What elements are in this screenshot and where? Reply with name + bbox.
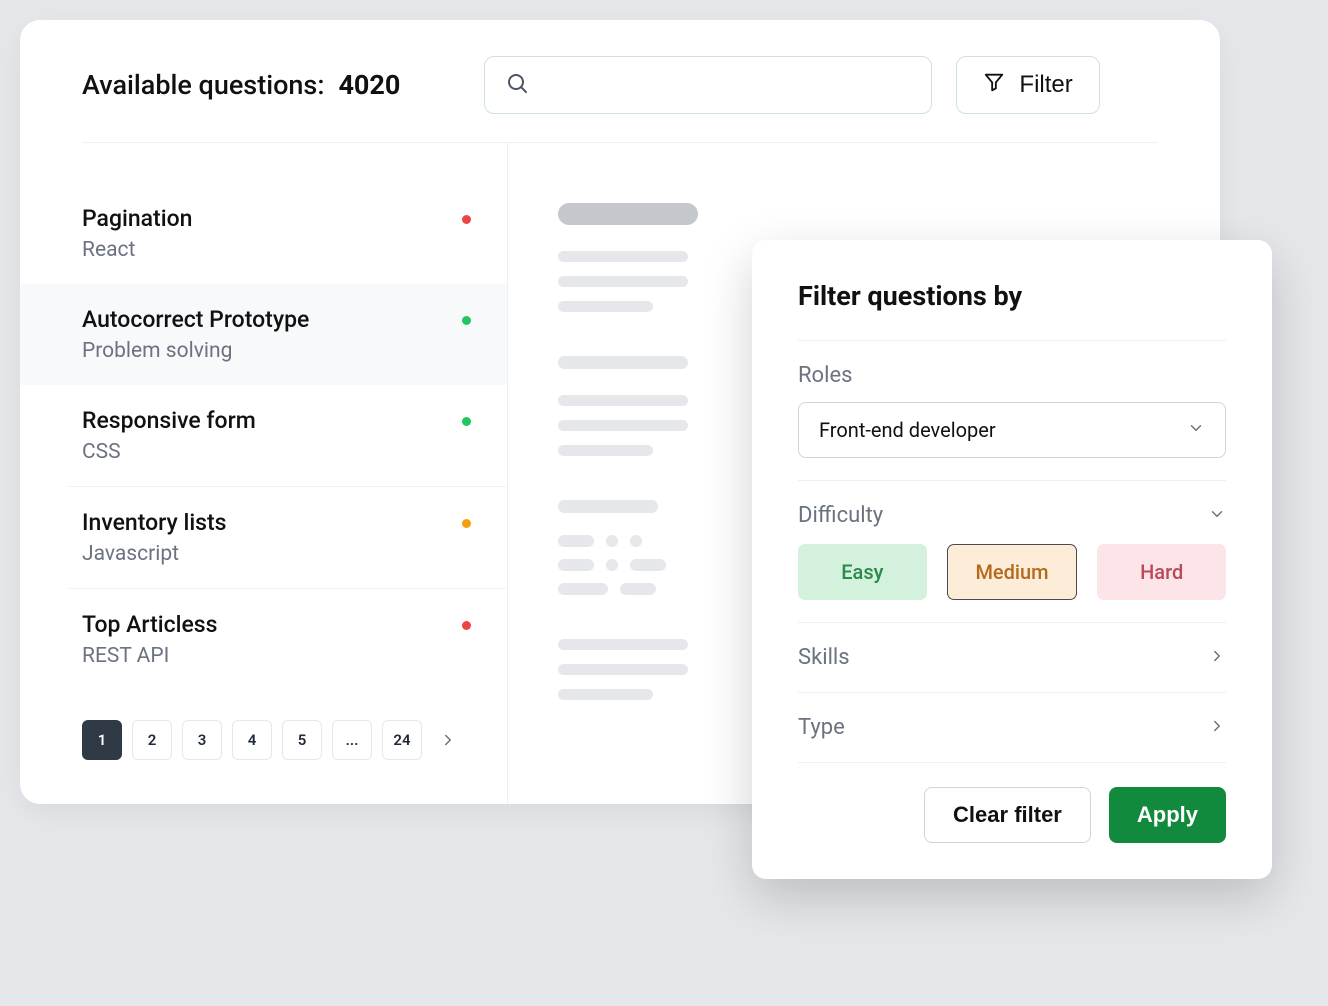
skeleton-dot [606, 559, 618, 571]
skills-label: Skills [798, 645, 850, 670]
page-button[interactable]: 5 [282, 720, 322, 760]
skeleton-line [558, 251, 688, 262]
page-button[interactable]: 24 [382, 720, 422, 760]
filter-section-skills: Skills [798, 622, 1226, 692]
filter-section-difficulty: Difficulty Easy Medium Hard [798, 480, 1226, 622]
skeleton-line [558, 276, 688, 287]
page-next-button[interactable] [432, 720, 464, 760]
skeleton-line [558, 689, 653, 700]
question-browser-card: Available questions: 4020 Filter Paginat… [20, 20, 1220, 804]
skeleton-line [558, 301, 653, 312]
difficulty-hard-button[interactable]: Hard [1097, 544, 1226, 600]
question-item[interactable]: Top Articless REST API [68, 588, 507, 690]
chevron-right-icon [1208, 717, 1226, 739]
chevron-down-icon [1208, 505, 1226, 527]
skeleton-line [558, 395, 688, 406]
skeleton-line [558, 203, 698, 225]
skills-header[interactable]: Skills [798, 645, 1226, 670]
question-tag: CSS [82, 440, 256, 464]
question-title: Responsive form [82, 407, 256, 434]
type-label: Type [798, 715, 845, 740]
filter-button-label: Filter [1019, 71, 1072, 99]
filter-icon [983, 71, 1005, 100]
skeleton-dot [630, 559, 666, 571]
question-tag: Javascript [82, 542, 227, 566]
search-icon [505, 71, 529, 99]
pagination: 12345...24 [20, 690, 507, 760]
search-box[interactable] [484, 56, 932, 114]
question-item[interactable]: Inventory lists Javascript [68, 486, 507, 588]
title-label: Available questions: [82, 69, 324, 101]
question-item[interactable]: Responsive form CSS [68, 385, 507, 486]
apply-filter-button[interactable]: Apply [1109, 787, 1226, 843]
skeleton-dot [606, 535, 618, 547]
skeleton-line [558, 356, 688, 369]
skeleton-line [558, 445, 653, 456]
skeleton-dot [620, 583, 656, 595]
question-tag: Problem solving [82, 339, 309, 363]
skeleton-line [558, 639, 688, 650]
filter-button[interactable]: Filter [956, 56, 1099, 114]
question-title: Inventory lists [82, 509, 227, 536]
type-header[interactable]: Type [798, 715, 1226, 740]
chevron-right-icon [439, 731, 457, 749]
difficulty-medium-button[interactable]: Medium [947, 544, 1078, 600]
filter-actions: Clear filter Apply [798, 763, 1226, 843]
status-dot [462, 316, 471, 325]
question-item[interactable]: Pagination React [20, 183, 507, 284]
skeleton-dot [558, 535, 594, 547]
filter-section-type: Type [798, 692, 1226, 763]
skeleton-line [558, 500, 658, 513]
question-tag: React [82, 238, 192, 262]
chevron-right-icon [1208, 647, 1226, 669]
status-dot [462, 215, 471, 224]
skeleton-line [558, 664, 688, 675]
difficulty-easy-button[interactable]: Easy [798, 544, 927, 600]
filter-section-roles: Roles Front-end developer [798, 340, 1226, 480]
page-button[interactable]: 2 [132, 720, 172, 760]
page-ellipsis: ... [332, 720, 372, 760]
page-button[interactable]: 4 [232, 720, 272, 760]
skeleton-dot [558, 559, 594, 571]
skeleton-line [558, 420, 688, 431]
page-button[interactable]: 3 [182, 720, 222, 760]
clear-filter-button[interactable]: Clear filter [924, 787, 1091, 843]
question-tag: REST API [82, 644, 217, 668]
filter-panel-title: Filter questions by [798, 280, 1226, 312]
page-button[interactable]: 1 [82, 720, 122, 760]
filter-panel: Filter questions by Roles Front-end deve… [752, 240, 1272, 879]
question-item[interactable]: Autocorrect Prototype Problem solving [20, 284, 507, 385]
title-count: 4020 [338, 69, 400, 101]
status-dot [462, 519, 471, 528]
skeleton-dot [630, 535, 642, 547]
status-dot [462, 621, 471, 630]
status-dot [462, 417, 471, 426]
chevron-down-icon [1187, 418, 1205, 442]
page-title: Available questions: 4020 [82, 69, 400, 101]
question-title: Pagination [82, 205, 192, 232]
skeleton-dot [558, 583, 608, 595]
question-list: Pagination React Autocorrect Prototype Prob… [20, 143, 508, 804]
roles-label: Roles [798, 363, 1226, 388]
question-title: Autocorrect Prototype [82, 306, 309, 333]
difficulty-header[interactable]: Difficulty [798, 503, 1226, 528]
header-bar: Available questions: 4020 Filter [20, 20, 1220, 142]
roles-select-value: Front-end developer [819, 418, 996, 442]
roles-select[interactable]: Front-end developer [798, 402, 1226, 458]
question-title: Top Articless [82, 611, 217, 638]
search-input[interactable] [543, 74, 911, 97]
difficulty-label: Difficulty [798, 503, 883, 528]
